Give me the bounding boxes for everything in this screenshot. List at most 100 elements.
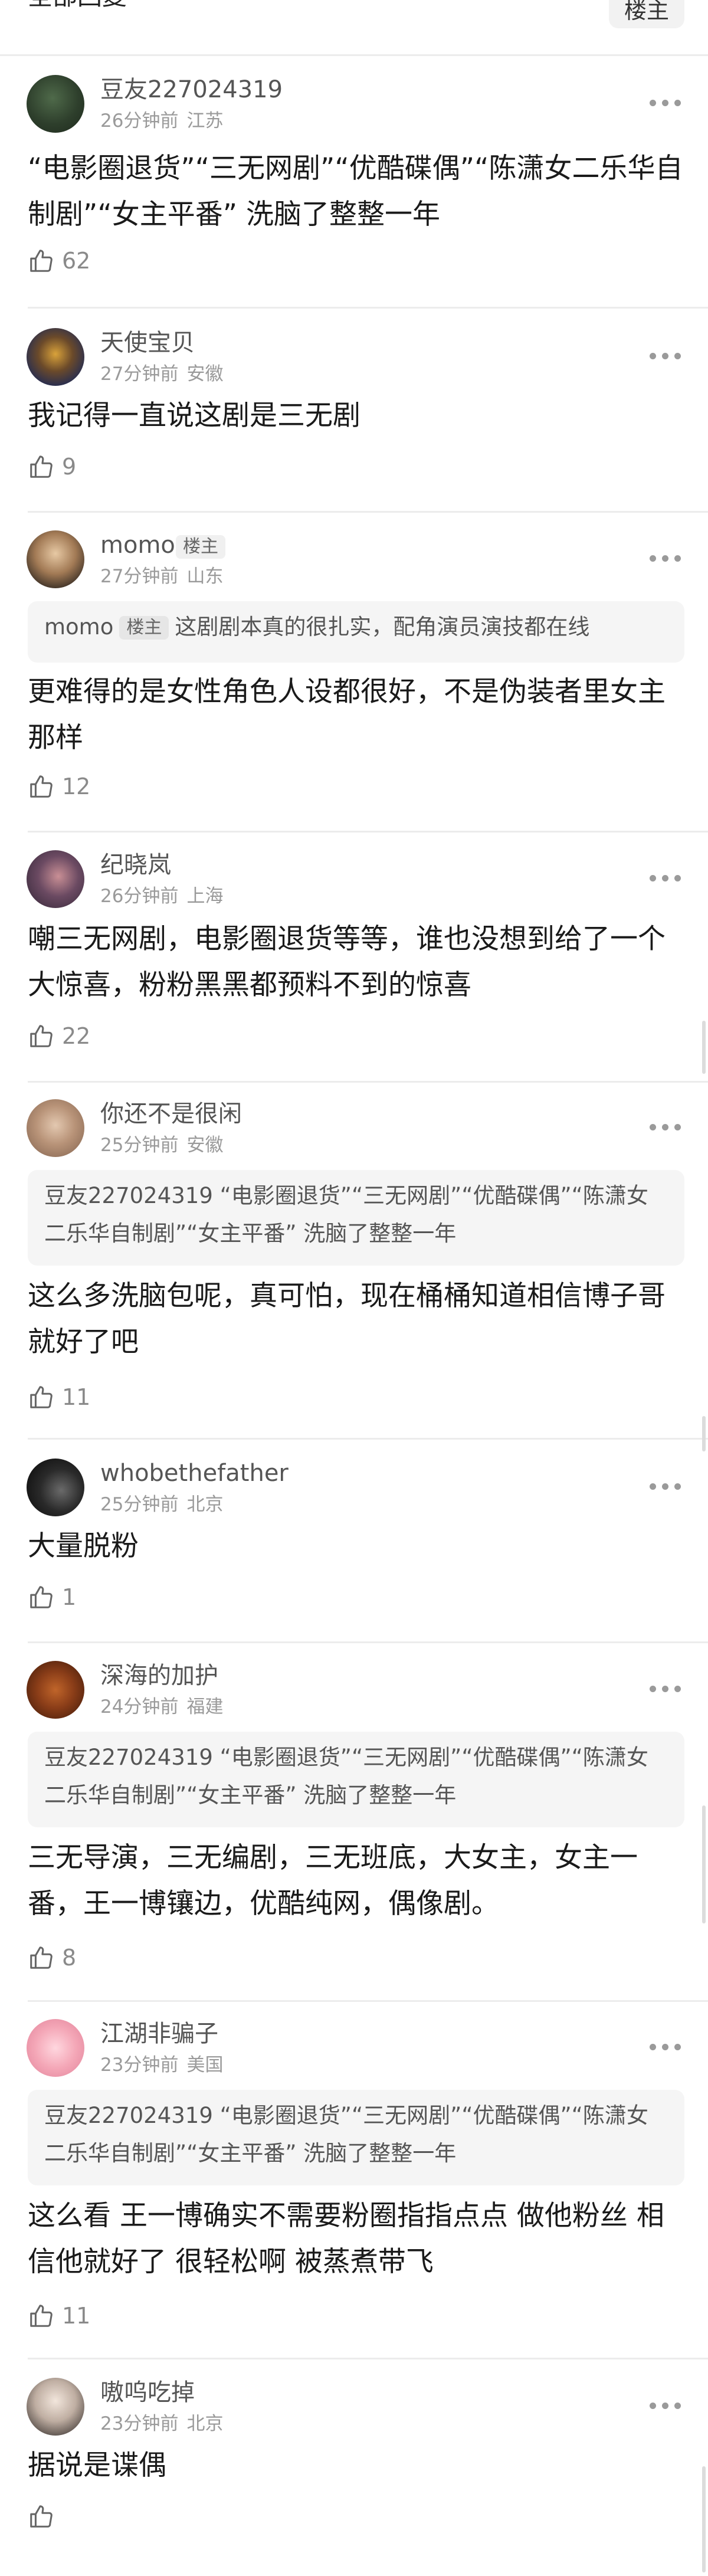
like-button[interactable]: 1: [28, 1582, 76, 1612]
quoted-username: 豆友227024319: [44, 2103, 213, 2128]
divider: [28, 1641, 708, 1643]
op-only-button[interactable]: 楼主: [609, 0, 684, 28]
comment-location: 美国: [186, 2054, 224, 2076]
divider: [28, 2000, 708, 2002]
quoted-text: 这剧剧本真的很扎实，配角演员演技都在线: [175, 614, 590, 640]
comment-meta: 24分钟前 福建: [100, 1695, 223, 1719]
more-dots-icon[interactable]: [650, 1684, 685, 1693]
reply-header: 全部回复 楼主: [0, 0, 708, 56]
thumbs-up-icon: [30, 455, 53, 478]
more-dots-icon[interactable]: [650, 1482, 685, 1490]
quoted-username: 豆友227024319: [44, 1183, 213, 1208]
comment-text: 三无导演，三无编剧，三无班底，大女主，女主一番，王一博镶边，优酷纯网，偶像剧。: [28, 1841, 638, 1920]
comment-meta: 26分钟前 江苏: [100, 109, 223, 133]
username[interactable]: 江湖非骗子: [100, 2018, 218, 2050]
like-count: 9: [62, 454, 77, 480]
comment-meta: 27分钟前 安徽: [100, 362, 223, 386]
thumbs-up-icon: [30, 1025, 53, 1047]
comment-location: 安徽: [186, 363, 224, 385]
quoted-username: momo: [44, 614, 114, 640]
comment-time: 27分钟前: [100, 363, 179, 385]
comment-meta: 23分钟前 美国: [100, 2053, 223, 2077]
scrollbar-thumb[interactable]: [702, 1021, 706, 1074]
quoted-reply[interactable]: momo 楼主 这剧剧本真的很扎实，配角演员演技都在线: [28, 601, 684, 663]
avatar[interactable]: [27, 1099, 84, 1157]
like-button[interactable]: 11: [28, 2301, 90, 2331]
divider: [28, 831, 708, 833]
quoted-username: 豆友227024319: [44, 1745, 213, 1770]
avatar[interactable]: [27, 1459, 84, 1516]
avatar[interactable]: [27, 850, 84, 908]
more-dots-icon[interactable]: [650, 2043, 685, 2051]
more-dots-icon[interactable]: [650, 2401, 685, 2410]
avatar[interactable]: [27, 530, 84, 588]
username[interactable]: 深海的加护: [100, 1660, 218, 1692]
divider: [28, 307, 708, 309]
like-button[interactable]: 9: [28, 452, 76, 481]
comment-location: 江苏: [186, 110, 224, 132]
like-button[interactable]: 62: [28, 246, 90, 276]
username[interactable]: 天使宝贝: [100, 327, 195, 359]
thumbs-up-icon: [30, 1946, 53, 1969]
comment-time: 23分钟前: [100, 2054, 179, 2076]
comment-text: 这么多洗脑包呢，真可怕，现在桶桶知道相信博子哥就好了吧: [28, 1280, 666, 1358]
comment-text: 我记得一直说这剧是三无剧: [28, 399, 360, 432]
thumbs-up-icon: [30, 1586, 53, 1608]
thumbs-up-icon: [30, 1386, 53, 1408]
op-badge: 楼主: [176, 535, 225, 559]
avatar[interactable]: [27, 1661, 84, 1719]
more-dots-icon[interactable]: [650, 554, 685, 562]
comment-text: 更难得的是女性角色人设都很好，不是伪装者里女主那样: [28, 676, 666, 754]
scrollbar-thumb[interactable]: [702, 2466, 706, 2572]
avatar[interactable]: [27, 75, 84, 133]
comment-meta: 25分钟前 北京: [100, 1493, 223, 1516]
comment-location: 福建: [186, 1696, 224, 1718]
more-dots-icon[interactable]: [650, 1123, 685, 1131]
avatar[interactable]: [27, 328, 84, 386]
comment-meta: 26分钟前 上海: [100, 884, 223, 908]
like-count: 1: [62, 1584, 77, 1610]
thumbs-up-icon: [30, 2305, 53, 2327]
scrollbar-thumb[interactable]: [702, 1805, 706, 1923]
comment-time: 27分钟前: [100, 566, 179, 587]
quoted-reply[interactable]: 豆友227024319 “电影圈退货”“三无网剧”“优酷碟偶”“陈潇女二乐华自制…: [28, 2090, 684, 2185]
quoted-reply[interactable]: 豆友227024319 “电影圈退货”“三无网剧”“优酷碟偶”“陈潇女二乐华自制…: [28, 1170, 684, 1266]
quoted-reply[interactable]: 豆友227024319 “电影圈退货”“三无网剧”“优酷碟偶”“陈潇女二乐华自制…: [28, 1732, 684, 1827]
scrollbar-thumb[interactable]: [702, 1416, 706, 1451]
username[interactable]: 豆友227024319: [100, 74, 283, 106]
more-dots-icon[interactable]: [650, 99, 685, 107]
comment-meta: 27分钟前 山东: [100, 565, 223, 588]
comment-text: 嘲三无网剧，电影圈退货等等，谁也没想到给了一个大惊喜，粉粉黑黑都预料不到的惊喜: [28, 923, 666, 1001]
comment-time: 24分钟前: [100, 1696, 179, 1718]
like-button[interactable]: 12: [28, 772, 90, 801]
comment-location: 山东: [186, 566, 224, 587]
like-button[interactable]: [28, 2502, 62, 2531]
more-dots-icon[interactable]: [650, 874, 685, 882]
comment-meta: 23分钟前 北京: [100, 2412, 223, 2436]
like-count: 8: [62, 1945, 77, 1971]
username[interactable]: 你还不是很闲: [100, 1098, 242, 1130]
like-button[interactable]: 22: [28, 1021, 90, 1051]
comment-text: 大量脱粉: [28, 1530, 139, 1562]
comment-text: 这么看 王一博确实不需要粉圈指指点点 做他粉丝 相信他就好了 很轻松啊 被蒸煮带…: [28, 2200, 664, 2278]
like-button[interactable]: 8: [28, 1943, 76, 1972]
username[interactable]: whobethefather: [100, 1457, 289, 1489]
thumbs-up-icon: [30, 775, 53, 798]
divider: [28, 511, 708, 513]
username[interactable]: 纪晓岚: [100, 849, 171, 881]
like-count: 62: [62, 248, 91, 274]
comment-location: 安徽: [186, 1135, 224, 1156]
comment-time: 23分钟前: [100, 2413, 179, 2434]
avatar[interactable]: [27, 2019, 84, 2077]
username[interactable]: momo: [100, 529, 175, 561]
like-button[interactable]: 11: [28, 1382, 90, 1412]
comment-meta: 25分钟前 安徽: [100, 1133, 223, 1157]
comment-time: 25分钟前: [100, 1135, 179, 1156]
avatar[interactable]: [27, 2378, 84, 2436]
like-count: 12: [62, 774, 91, 799]
comment-time: 26分钟前: [100, 110, 179, 132]
thumbs-up-icon: [30, 250, 53, 272]
username[interactable]: 嗷呜吃掉: [100, 2377, 195, 2408]
more-dots-icon[interactable]: [650, 352, 685, 360]
comment-location: 上海: [186, 886, 224, 907]
